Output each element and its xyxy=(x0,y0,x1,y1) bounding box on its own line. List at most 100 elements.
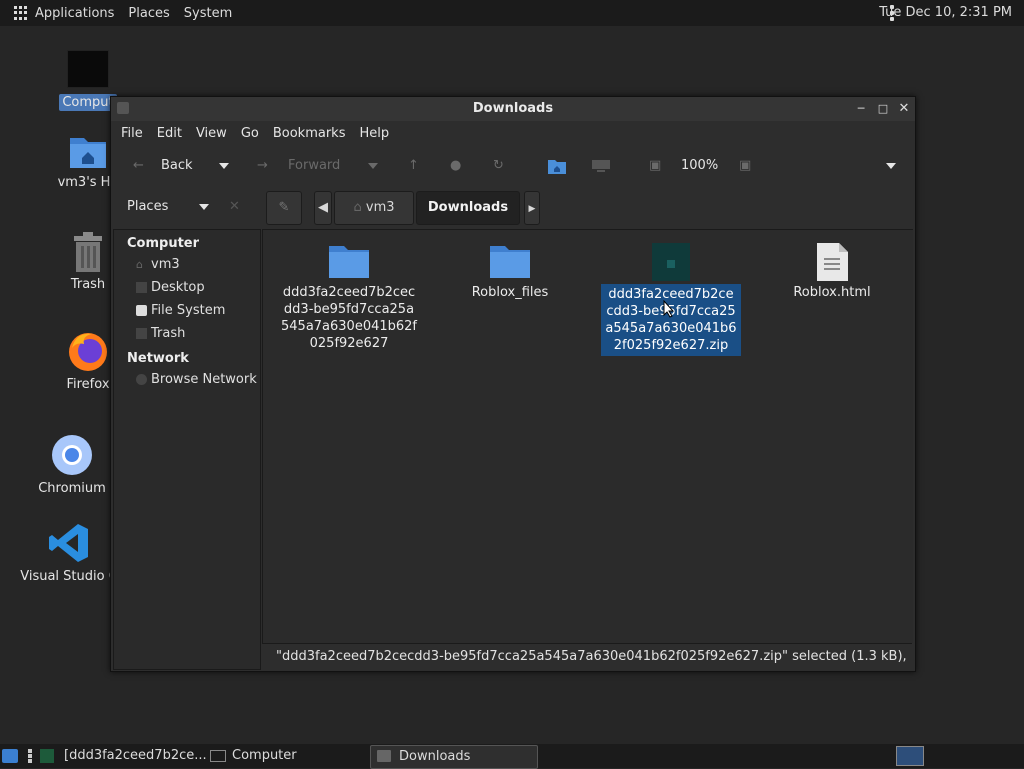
task-computer[interactable]: Computer xyxy=(204,745,392,767)
chevron-left-icon: ◀ xyxy=(318,200,328,215)
sidebar-item-label: File System xyxy=(151,303,226,318)
desktop-icon-label: Firefox xyxy=(66,377,110,392)
folder-icon xyxy=(490,246,530,278)
menu-help[interactable]: Help xyxy=(359,126,389,141)
places-combo-label: Places xyxy=(127,199,169,214)
window-titlebar[interactable]: Downloads ─ □ ✕ xyxy=(111,97,915,121)
menu-bookmarks[interactable]: Bookmarks xyxy=(273,126,346,141)
sidebar-item-desktop[interactable]: Desktop xyxy=(114,276,260,299)
chevron-down-icon xyxy=(199,192,209,222)
menu-view[interactable]: View xyxy=(196,126,227,141)
close-icon[interactable]: ✕ xyxy=(896,101,912,117)
sidebar-item-label: Desktop xyxy=(151,280,205,295)
applications-menu[interactable]: Applications xyxy=(0,0,122,26)
back-arrow-icon[interactable]: ← xyxy=(133,145,144,187)
home-folder-icon xyxy=(70,138,106,168)
home-icon: ⌂ xyxy=(136,258,143,271)
sidebar-item-label: vm3 xyxy=(151,257,180,272)
desktop-icon-label: Chromium xyxy=(38,481,106,496)
zoom-in-icon[interactable]: ▣ xyxy=(739,145,751,187)
file-item[interactable]: ddd3fa2ceed7b2cecdd3-be95fd7cca25a545a7a… xyxy=(279,242,419,352)
toolbar-overflow-chevron-down-icon[interactable] xyxy=(886,145,896,187)
drive-icon xyxy=(136,305,147,316)
toolbar: ← Back → Forward ↑ ● ↻ ▣ 100% ▣ xyxy=(111,145,915,187)
up-arrow-icon[interactable]: ↑ xyxy=(408,145,419,187)
sidebar-item-browse-network[interactable]: Browse Network xyxy=(114,368,260,391)
window-title: Downloads xyxy=(472,101,554,116)
workspace-switcher[interactable] xyxy=(896,746,924,766)
menu-edit[interactable]: Edit xyxy=(157,126,182,141)
applications-label: Applications xyxy=(35,5,115,21)
sidebar-item-label: Trash xyxy=(151,326,186,341)
desktop-icon-label: Comput xyxy=(59,94,117,111)
panel-handle-icon[interactable] xyxy=(28,749,32,763)
apps-grid-icon xyxy=(14,6,28,20)
edit-location-button[interactable]: ✎ xyxy=(266,191,302,225)
sidebar-item-vm3[interactable]: ⌂ vm3 xyxy=(114,253,260,276)
computer-icon xyxy=(210,750,226,762)
crumb-downloads[interactable]: Downloads xyxy=(416,191,520,225)
show-desktop-icon[interactable] xyxy=(2,749,18,763)
sidebar-header-network: Network xyxy=(127,351,189,366)
crumb-vm3[interactable]: ⌂ vm3 xyxy=(334,191,414,225)
minimize-icon[interactable]: ─ xyxy=(853,101,869,117)
pencil-icon: ✎ xyxy=(278,200,290,215)
home-icon[interactable] xyxy=(547,157,567,175)
mouse-cursor-icon xyxy=(663,300,675,318)
desktop-icon-label: Trash xyxy=(70,277,106,292)
forward-history-chevron-down-icon[interactable] xyxy=(368,145,378,187)
stop-icon[interactable]: ● xyxy=(450,145,461,187)
reload-icon[interactable]: ↻ xyxy=(493,145,504,187)
computer-icon xyxy=(67,50,109,88)
location-bar: Places ✕ ✎ ◀ ⌂ vm3 Downloads ▶ xyxy=(111,187,915,227)
desktop-icon xyxy=(136,282,147,293)
network-icon xyxy=(136,374,147,385)
file-name: Roblox_files xyxy=(471,285,549,300)
computer-icon[interactable] xyxy=(591,159,611,175)
back-button[interactable]: Back xyxy=(161,145,193,187)
file-item[interactable]: Roblox_files xyxy=(440,242,580,301)
task-archive[interactable]: [ddd3fa2ceed7b2ce... xyxy=(36,745,230,767)
trash-icon xyxy=(136,328,147,339)
desktop-icon-vscode[interactable]: Visual Studio C xyxy=(14,522,124,585)
file-item[interactable]: Roblox.html xyxy=(762,242,902,301)
desktop-icon-chromium[interactable]: Chromium xyxy=(24,434,120,497)
zoom-out-icon[interactable]: ▣ xyxy=(649,145,661,187)
html-file-icon xyxy=(817,243,848,281)
status-bar: "ddd3fa2ceed7b2cecdd3-be95fd7cca25a545a7… xyxy=(262,643,912,669)
window-menu-icon[interactable] xyxy=(117,102,129,114)
crumb-scroll-right[interactable]: ▶ xyxy=(524,191,540,225)
folder-icon xyxy=(329,246,369,278)
back-history-chevron-down-icon[interactable] xyxy=(219,145,229,187)
crumb-scroll-left[interactable]: ◀ xyxy=(314,191,332,225)
task-downloads[interactable]: Downloads xyxy=(370,745,538,769)
menu-go[interactable]: Go xyxy=(241,126,259,141)
sidebar-header-computer: Computer xyxy=(127,236,200,251)
desktop-icon-label: Visual Studio C xyxy=(20,569,118,584)
maximize-icon[interactable]: □ xyxy=(875,101,891,117)
sidebar-pane-selector[interactable]: Places ✕ xyxy=(117,192,267,222)
bottom-panel: [ddd3fa2ceed7b2ce... Computer Downloads xyxy=(0,744,1024,769)
trash-icon xyxy=(74,232,102,272)
menu-file[interactable]: File xyxy=(121,126,143,141)
file-name: ddd3fa2ceed7b2cecdd3-be95fd7cca25a545a7a… xyxy=(601,284,741,356)
vscode-icon xyxy=(49,524,88,562)
close-sidebar-icon[interactable]: ✕ xyxy=(229,192,240,222)
firefox-icon xyxy=(69,333,107,371)
crumb-label: vm3 xyxy=(365,200,395,215)
system-menu[interactable]: System xyxy=(178,0,240,26)
file-manager-window: Downloads ─ □ ✕ File Edit View Go Bookma… xyxy=(110,96,916,672)
clock[interactable]: Tue Dec 10, 2:31 PM xyxy=(879,0,1012,26)
sidebar-item-file-system[interactable]: File System xyxy=(114,299,260,322)
menubar: File Edit View Go Bookmarks Help xyxy=(111,121,915,145)
forward-button[interactable]: Forward xyxy=(288,145,340,187)
file-item[interactable]: ddd3fa2ceed7b2cecdd3-be95fd7cca25a545a7a… xyxy=(601,242,741,356)
forward-arrow-icon[interactable]: → xyxy=(257,145,268,187)
zoom-level: 100% xyxy=(681,158,719,173)
file-view[interactable]: ddd3fa2ceed7b2cecdd3-be95fd7cca25a545a7a… xyxy=(262,229,913,643)
file-name: ddd3fa2ceed7b2cecdd3-be95fd7cca25a545a7a… xyxy=(281,285,418,351)
archive-icon xyxy=(652,243,690,281)
sidebar-item-trash[interactable]: Trash xyxy=(114,322,260,345)
folder-icon xyxy=(377,750,391,762)
places-menu[interactable]: Places xyxy=(122,0,177,26)
